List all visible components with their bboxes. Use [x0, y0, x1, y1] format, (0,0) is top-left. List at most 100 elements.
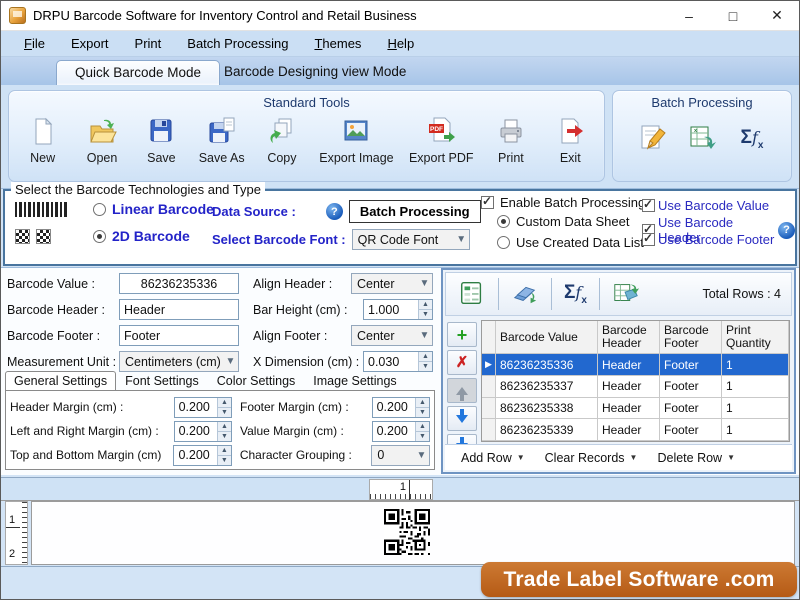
bar-height-spinner[interactable]: 1.000 ▲▼ [363, 299, 433, 320]
table-row[interactable]: 86236235337 Header Footer 1 [482, 376, 789, 398]
header-margin-spinner[interactable]: 0.200 ▲▼ [174, 397, 232, 418]
cell-footer[interactable]: Footer [660, 376, 722, 397]
spin-down-icon[interactable]: ▼ [218, 407, 231, 417]
tab-font-settings[interactable]: Font Settings [116, 371, 208, 392]
cell-footer[interactable]: Footer [660, 354, 722, 375]
spin-down-icon[interactable]: ▼ [419, 309, 432, 319]
use-created-data-list-radio[interactable] [497, 236, 510, 249]
batch-edit-button[interactable] [630, 122, 674, 155]
spin-up-icon[interactable]: ▲ [416, 422, 429, 431]
table-row[interactable]: 86236235339 Header Footer 1 [482, 419, 789, 441]
exit-button[interactable]: Exit [548, 116, 592, 165]
batch-processing-button[interactable]: Batch Processing [349, 200, 481, 223]
col-barcode-value[interactable]: Barcode Value [496, 321, 598, 353]
cell-qty[interactable]: 1 [722, 376, 789, 397]
delete-row-menu-button[interactable]: Delete Row▼ [649, 449, 743, 467]
spin-up-icon[interactable]: ▲ [419, 352, 432, 361]
cell-header[interactable]: Header [598, 354, 660, 375]
menu-file[interactable]: File [11, 33, 58, 54]
spin-down-icon[interactable]: ▼ [419, 361, 432, 371]
help-icon[interactable]: ? [778, 222, 795, 239]
export-image-button[interactable]: Export Image [319, 116, 393, 165]
cell-qty[interactable]: 1 [722, 419, 789, 440]
align-header-select[interactable]: Center ▼ [351, 273, 433, 294]
cell-footer[interactable]: Footer [660, 419, 722, 440]
menu-export[interactable]: Export [58, 33, 122, 54]
cell-header[interactable]: Header [598, 376, 660, 397]
table-row[interactable]: ▶ 86236235336 Header Footer 1 [482, 354, 789, 376]
copy-button[interactable]: Copy [260, 116, 304, 165]
minimize-button[interactable]: – [667, 2, 711, 30]
top-bottom-margin-spinner[interactable]: 0.200 ▲▼ [173, 445, 231, 466]
value-margin-spinner[interactable]: 0.200 ▲▼ [372, 421, 430, 442]
cell-footer[interactable]: Footer [660, 398, 722, 419]
spin-down-icon[interactable]: ▼ [218, 431, 231, 441]
datasheet-button[interactable] [446, 279, 498, 310]
tab-quick-barcode-mode[interactable]: Quick Barcode Mode [56, 60, 220, 85]
open-button[interactable]: Open [80, 116, 124, 165]
cell-header[interactable]: Header [598, 419, 660, 440]
spin-up-icon[interactable]: ▲ [218, 398, 231, 407]
tab-color-settings[interactable]: Color Settings [208, 371, 305, 392]
new-button[interactable]: New [21, 116, 65, 165]
cell-qty[interactable]: 1 [722, 398, 789, 419]
export-datasheet-button[interactable] [600, 279, 652, 310]
clear-records-menu-button[interactable]: Clear Records▼ [537, 449, 646, 467]
close-button[interactable]: ✕ [755, 2, 799, 30]
save-button[interactable]: Save [139, 116, 183, 165]
menu-help[interactable]: Help [374, 33, 427, 54]
col-barcode-header[interactable]: Barcode Header [598, 321, 660, 353]
measurement-unit-select[interactable]: Centimeters (cm) ▼ [119, 351, 239, 372]
use-barcode-footer-checkbox[interactable] [642, 233, 655, 246]
custom-data-sheet-radio[interactable] [497, 215, 510, 228]
formula-button[interactable]: Σfx [552, 282, 599, 306]
delete-row-button[interactable]: ✗ [447, 350, 477, 375]
spin-down-icon[interactable]: ▼ [218, 455, 231, 465]
cell-header[interactable]: Header [598, 398, 660, 419]
add-row-menu-button[interactable]: Add Row▼ [453, 449, 533, 467]
copy-records-button[interactable] [499, 279, 551, 310]
linear-barcode-radio[interactable] [93, 203, 106, 216]
spin-down-icon[interactable]: ▼ [416, 431, 429, 441]
spin-up-icon[interactable]: ▲ [419, 300, 432, 309]
enable-batch-checkbox[interactable] [481, 196, 494, 209]
2d-barcode-radio[interactable] [93, 230, 106, 243]
col-print-quantity[interactable]: Print Quantity [722, 321, 789, 353]
menu-themes[interactable]: Themes [301, 33, 374, 54]
menu-batch-processing[interactable]: Batch Processing [174, 33, 301, 54]
barcode-preview-canvas[interactable] [31, 501, 795, 565]
spin-down-icon[interactable]: ▼ [416, 407, 429, 417]
print-button[interactable]: Print [489, 116, 533, 165]
cell-qty[interactable]: 1 [722, 354, 789, 375]
tab-barcode-designing-view-mode[interactable]: Barcode Designing view Mode [206, 60, 424, 85]
use-barcode-value-checkbox[interactable] [642, 199, 655, 212]
spin-up-icon[interactable]: ▲ [416, 398, 429, 407]
align-footer-select[interactable]: Center ▼ [351, 325, 433, 346]
cell-value[interactable]: 86236235339 [496, 419, 598, 440]
help-icon[interactable]: ? [326, 203, 343, 220]
batch-formula-button[interactable]: Σfx [730, 127, 774, 151]
barcode-header-input[interactable]: Header [119, 299, 239, 320]
menu-print[interactable]: Print [122, 33, 175, 54]
barcode-footer-input[interactable]: Footer [119, 325, 239, 346]
footer-margin-spinner[interactable]: 0.200 ▲▼ [372, 397, 430, 418]
x-dimension-spinner[interactable]: 0.030 ▲▼ [363, 351, 433, 372]
cell-value[interactable]: 86236235336 [496, 354, 598, 375]
tab-general-settings[interactable]: General Settings [5, 371, 116, 392]
move-up-button[interactable] [447, 378, 477, 403]
character-grouping-select[interactable]: 0 ▼ [371, 445, 430, 466]
maximize-button[interactable]: □ [711, 2, 755, 30]
spin-up-icon[interactable]: ▲ [218, 422, 231, 431]
barcode-value-input[interactable]: 86236235336 [119, 273, 239, 294]
tab-image-settings[interactable]: Image Settings [304, 371, 405, 392]
save-as-button[interactable]: Save As [199, 116, 245, 165]
add-row-button[interactable]: + [447, 322, 477, 347]
cell-value[interactable]: 86236235337 [496, 376, 598, 397]
table-row[interactable]: 86236235338 Header Footer 1 [482, 398, 789, 420]
move-down-button[interactable] [447, 406, 477, 431]
batch-datasheet-button[interactable]: x [680, 122, 724, 155]
spin-up-icon[interactable]: ▲ [218, 446, 231, 455]
export-pdf-button[interactable]: PDF Export PDF [409, 116, 474, 165]
left-right-margin-spinner[interactable]: 0.200 ▲▼ [174, 421, 232, 442]
col-barcode-footer[interactable]: Barcode Footer [660, 321, 722, 353]
